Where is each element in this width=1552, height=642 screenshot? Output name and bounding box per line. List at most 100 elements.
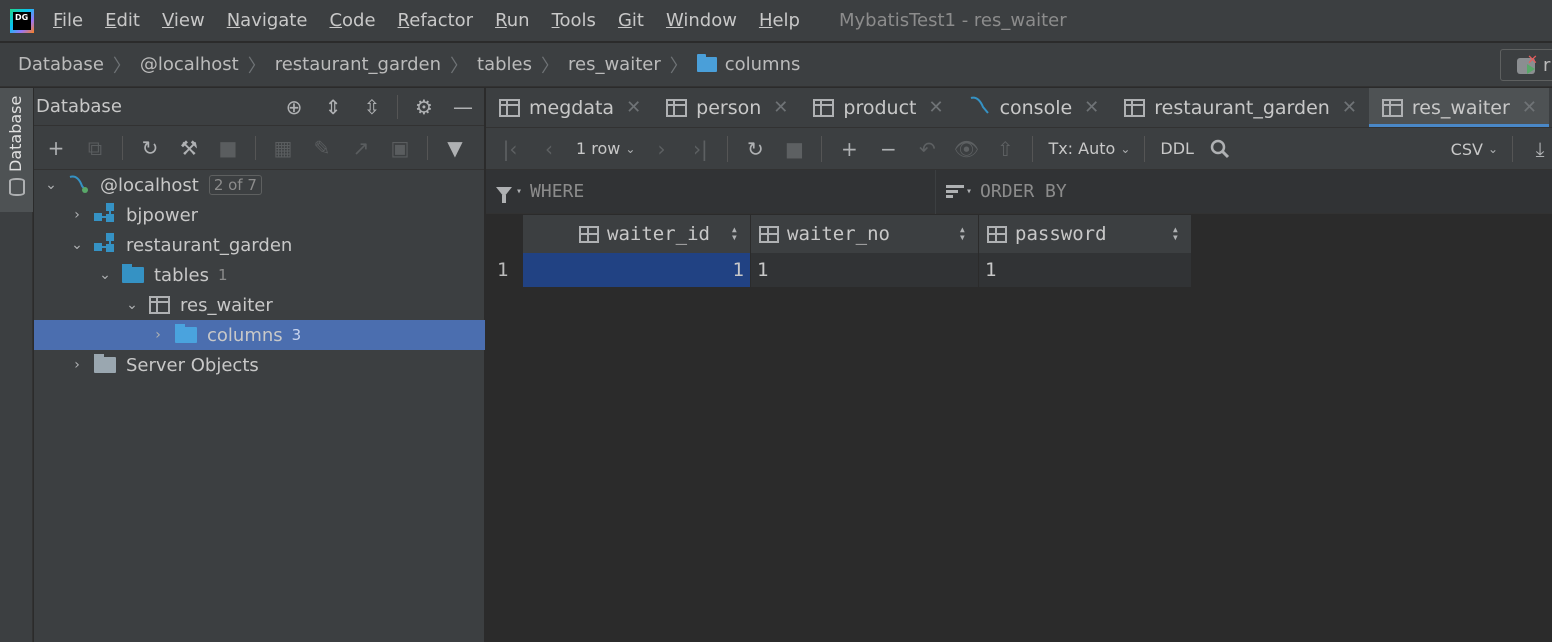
close-icon[interactable]: ✕	[1342, 97, 1357, 118]
chevron-down-icon[interactable]: ⌄	[98, 267, 112, 283]
submit-icon[interactable]: ⇧	[993, 137, 1017, 161]
table-editor-icon[interactable]: ▦	[271, 136, 295, 160]
chevron-down-icon[interactable]: ⌄	[125, 297, 139, 313]
query-console-icon[interactable]: ▣	[388, 136, 412, 160]
tab-label: person	[696, 96, 762, 119]
next-page-icon[interactable]: ›	[649, 137, 673, 161]
ddl-button[interactable]: DDL	[1160, 139, 1194, 158]
breadcrumb-columns-label: columns	[724, 54, 801, 75]
refresh-icon[interactable]: ↻	[743, 137, 767, 161]
filter-icon[interactable]: ▼	[443, 136, 467, 160]
tab-person[interactable]: person ✕	[653, 88, 800, 127]
column-header-waiter-no[interactable]: waiter_no ▴ ▾	[751, 215, 979, 253]
breadcrumb-columns[interactable]: columns	[696, 54, 801, 75]
menu-help[interactable]: Help	[759, 10, 800, 31]
sort-icon	[946, 184, 964, 199]
close-icon[interactable]: ✕	[773, 97, 788, 118]
table-cell-password[interactable]: 1	[979, 253, 1192, 287]
datagrip-logo-icon: DG	[10, 8, 34, 33]
row-count-selector[interactable]: 1 row ⌄	[576, 139, 635, 158]
tab-res-waiter[interactable]: res_waiter ✕	[1368, 88, 1549, 127]
export-format-selector[interactable]: CSV ⌄	[1451, 140, 1498, 159]
tree-node-label: restaurant_garden	[126, 234, 293, 256]
minimize-icon[interactable]: —	[450, 95, 476, 119]
column-header-password[interactable]: password ▴ ▾	[979, 215, 1192, 253]
menu-git[interactable]: Git	[618, 10, 644, 31]
table-icon	[813, 98, 835, 117]
chevron-down-icon[interactable]: ⌄	[44, 177, 58, 193]
previous-page-icon[interactable]: ‹	[537, 137, 561, 161]
table-cell-waiter-id[interactable]: 1	[523, 253, 751, 287]
breadcrumb-localhost[interactable]: @localhost	[140, 54, 239, 75]
expand-all-icon[interactable]: ⇕	[320, 95, 346, 119]
breadcrumb-tables[interactable]: tables	[477, 54, 532, 75]
menu-edit[interactable]: Edit	[105, 10, 140, 31]
close-icon[interactable]: ✕	[1084, 97, 1099, 118]
row-number[interactable]: 1	[486, 253, 523, 287]
chevron-right-icon[interactable]: ›	[70, 357, 84, 373]
menu-tools[interactable]: Tools	[552, 10, 596, 31]
search-icon[interactable]	[1208, 137, 1232, 161]
data-grid-toolbar: |‹ ‹ 1 row ⌄ › ›| ↻ ■ + − ↶ 👁 ⇧ Tx: Auto…	[486, 128, 1552, 170]
add-row-icon[interactable]: +	[837, 137, 861, 161]
edit-icon[interactable]: ✎	[310, 136, 334, 160]
table-cell-waiter-no[interactable]: 1	[751, 253, 979, 287]
close-icon[interactable]: ✕	[626, 97, 641, 118]
add-icon[interactable]: +	[44, 136, 68, 160]
breadcrumb-database[interactable]: Database	[18, 54, 104, 75]
sort-arrows-icon[interactable]: ▴ ▾	[1172, 223, 1179, 243]
tab-product[interactable]: product ✕	[800, 88, 955, 127]
crosshair-locate-icon[interactable]: ⊕	[281, 95, 307, 119]
tree-node-bjpower[interactable]: › bjpower	[34, 200, 485, 230]
tab-restaurant-garden[interactable]: restaurant_garden ✕	[1111, 88, 1369, 127]
refresh-icon[interactable]: ↻	[138, 136, 162, 160]
tree-node-tables[interactable]: ⌄ tables 1	[34, 260, 485, 290]
breadcrumb-restaurant-garden[interactable]: restaurant_garden	[275, 54, 441, 75]
menu-view[interactable]: View	[162, 10, 205, 31]
sort-arrows-icon[interactable]: ▴ ▾	[731, 223, 738, 243]
grid-corner[interactable]	[486, 215, 523, 253]
last-page-icon[interactable]: ›|	[688, 137, 712, 161]
menu-run[interactable]: Run	[495, 10, 530, 31]
preview-changes-icon[interactable]: 👁	[954, 137, 979, 161]
duplicate-icon[interactable]: ⧉	[83, 136, 107, 160]
gear-icon[interactable]: ⚙	[411, 95, 437, 119]
database-tool-window-tab[interactable]: Database	[0, 88, 33, 212]
close-icon[interactable]: ✕	[1522, 97, 1537, 118]
delete-row-icon[interactable]: −	[876, 137, 900, 161]
column-icon	[759, 225, 779, 243]
where-filter-input[interactable]: ▾ WHERE	[486, 169, 936, 214]
revert-icon[interactable]: ↶	[915, 137, 939, 161]
order-by-input[interactable]: ▾ ORDER BY	[936, 181, 1067, 202]
chevron-right-icon[interactable]: ›	[70, 207, 84, 223]
collapse-all-icon[interactable]: ⇳	[359, 95, 385, 119]
tree-node-restaurant-garden[interactable]: ⌄ restaurant_garden	[34, 230, 485, 260]
download-icon[interactable]: ⤓	[1528, 137, 1552, 161]
tree-node-server-objects[interactable]: › Server Objects	[34, 350, 485, 380]
jump-to-source-icon[interactable]: ↗	[349, 136, 373, 160]
tree-node-columns[interactable]: › columns 3	[34, 320, 485, 350]
stop-icon[interactable]: ■	[782, 137, 806, 161]
column-header-waiter-id[interactable]: waiter_id ▴ ▾	[523, 215, 751, 253]
tab-megdata[interactable]: megdata ✕	[486, 88, 653, 127]
first-page-icon[interactable]: |‹	[498, 137, 522, 161]
run-configuration-button[interactable]: ✕ r	[1500, 49, 1552, 81]
menu-navigate[interactable]: Navigate	[227, 10, 308, 31]
stop-icon[interactable]: ■	[216, 136, 240, 160]
sort-arrows-icon[interactable]: ▴ ▾	[959, 223, 966, 243]
tab-console[interactable]: console ✕	[956, 88, 1112, 127]
data-source-properties-icon[interactable]: ⚒	[177, 136, 201, 160]
transaction-mode-selector[interactable]: Tx: Auto ⌄	[1048, 139, 1130, 158]
column-icon	[987, 225, 1007, 243]
menu-code[interactable]: Code	[329, 10, 375, 31]
tree-node-localhost[interactable]: ⌄ @localhost 2 of 7	[34, 170, 485, 200]
chevron-right-icon[interactable]: ›	[151, 327, 165, 343]
menu-refactor[interactable]: Refactor	[398, 10, 474, 31]
chevron-down-icon[interactable]: ⌄	[70, 237, 84, 253]
menu-file[interactable]: File	[53, 10, 83, 31]
table-row: 1 1 1 1	[486, 253, 1192, 287]
breadcrumb-res-waiter[interactable]: res_waiter	[568, 54, 661, 75]
menu-window[interactable]: Window	[666, 10, 737, 31]
tree-node-res-waiter[interactable]: ⌄ res_waiter	[34, 290, 485, 320]
close-icon[interactable]: ✕	[928, 97, 943, 118]
